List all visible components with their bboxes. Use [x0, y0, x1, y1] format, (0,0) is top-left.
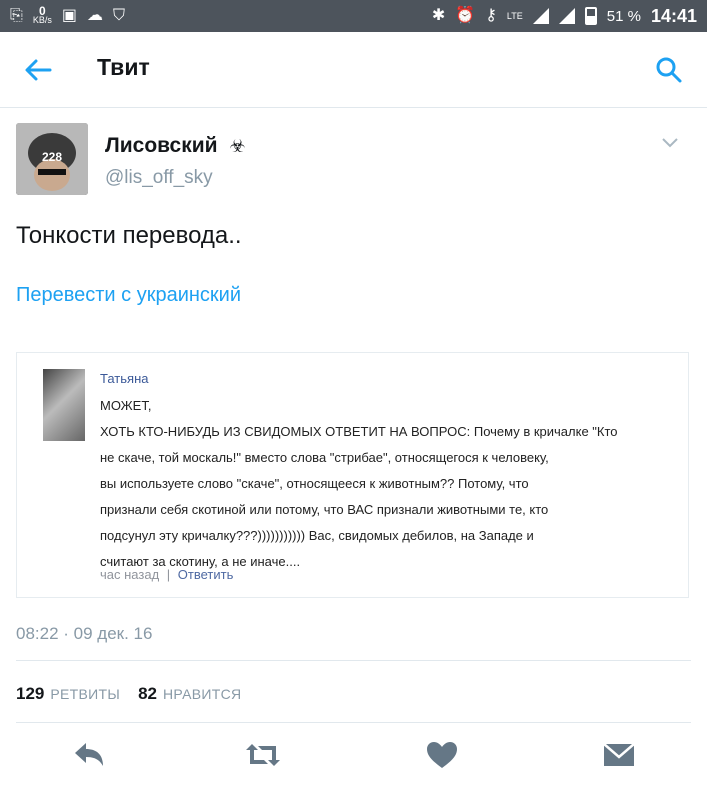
- separator: |: [166, 567, 171, 582]
- translate-link[interactable]: Перевести с украинский: [16, 284, 241, 307]
- tweet-media[interactable]: Татьяна МОЖЕТ, ХОТЬ КТО-НИБУДЬ ИЗ СВИДОМ…: [16, 352, 689, 598]
- embedded-reply-link: Ответить: [177, 567, 234, 582]
- search-icon[interactable]: [655, 56, 683, 84]
- bluetooth-icon: ✱: [431, 7, 446, 24]
- heart-icon[interactable]: [425, 740, 459, 770]
- action-bar: [0, 740, 707, 772]
- clock: 14:41: [650, 5, 697, 26]
- likes-count: 82: [138, 684, 157, 703]
- comment-line: подсунул эту кричалку???))))))))))) Вас,…: [100, 528, 534, 543]
- embedded-footer: час назад | Ответить: [100, 567, 233, 582]
- tweet-text: Тонкости перевода..: [16, 222, 242, 249]
- comment-line: признали себя скотиной или потому, что В…: [100, 502, 549, 517]
- divider: [16, 660, 691, 661]
- app-header: Твит: [0, 32, 707, 108]
- retweets-count: 129: [16, 684, 45, 703]
- comment-line: МОЖЕТ,: [100, 398, 152, 413]
- divider: [16, 722, 691, 723]
- alarm-icon: ⏰: [455, 7, 476, 24]
- reply-icon[interactable]: [72, 740, 106, 770]
- author-name[interactable]: Лисовский ☣: [105, 134, 246, 158]
- app-notification-icon: ▣: [61, 7, 77, 24]
- shield-icon: ⛉: [112, 7, 125, 24]
- network-speed: 0 KB/s: [32, 5, 52, 25]
- tweet-timestamp: 08:22 · 09 дек. 16: [16, 624, 153, 643]
- avatar[interactable]: 228: [16, 123, 88, 195]
- network-type: LTE: [506, 11, 523, 21]
- author-name-text: Лисовский: [105, 134, 218, 157]
- arrow-left-icon[interactable]: [22, 54, 54, 86]
- weather-icon: ☁: [86, 7, 103, 24]
- tweet-stats: 129 РЕТВИТЫ 82 НРАВИТСЯ: [16, 684, 241, 704]
- likes-stat[interactable]: 82 НРАВИТСЯ: [138, 684, 241, 704]
- retweets-label: РЕТВИТЫ: [50, 686, 121, 702]
- signal-icon-2: [558, 8, 575, 24]
- embedded-time: час назад: [100, 567, 160, 582]
- embedded-author: Татьяна: [100, 371, 149, 386]
- signal-icon: [532, 8, 549, 24]
- comment-line: вы используете слово "скаче", относящеес…: [100, 476, 529, 491]
- embedded-avatar: [43, 369, 85, 441]
- key-icon: ⚷: [485, 7, 497, 24]
- battery-percent: 51 %: [606, 7, 641, 25]
- svg-text:228: 228: [42, 150, 62, 164]
- status-bar: ⎘ 0 KB/s ▣ ☁ ⛉ ✱ ⏰ ⚷ LTE 51 % 14:41: [0, 0, 707, 32]
- comment-line: ХОТЬ КТО-НИБУДЬ ИЗ СВИДОМЫХ ОТВЕТИТ НА В…: [100, 424, 618, 439]
- author-handle[interactable]: @lis_off_sky: [105, 167, 213, 189]
- biohazard-icon: ☣: [229, 136, 246, 156]
- battery-icon: [584, 7, 597, 25]
- chevron-down-icon[interactable]: [661, 137, 679, 149]
- embedded-comment: МОЖЕТ, ХОТЬ КТО-НИБУДЬ ИЗ СВИДОМЫХ ОТВЕТ…: [100, 393, 680, 575]
- likes-label: НРАВИТСЯ: [162, 686, 242, 702]
- envelope-icon[interactable]: [602, 740, 636, 770]
- speed-unit: KB/s: [32, 15, 52, 25]
- cast-icon: ⎘: [10, 7, 23, 24]
- retweets-stat[interactable]: 129 РЕТВИТЫ: [16, 684, 120, 704]
- comment-line: не скаче, той москаль!" вместо слова "ст…: [100, 450, 549, 465]
- page-title: Твит: [97, 54, 150, 80]
- retweet-icon[interactable]: [246, 740, 280, 770]
